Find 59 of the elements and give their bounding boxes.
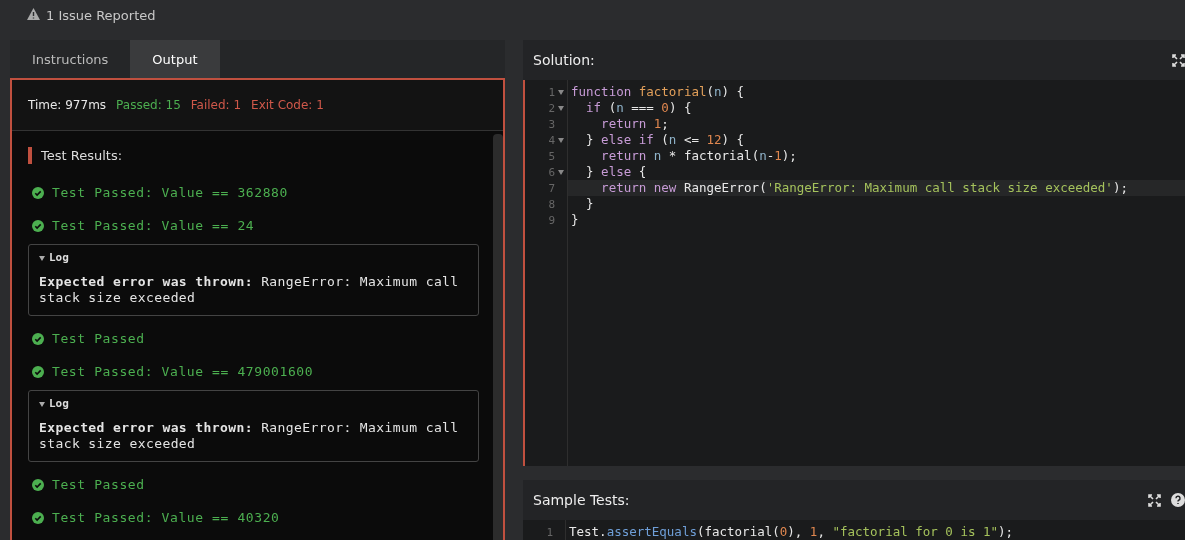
log-toggle[interactable]: Log: [39, 397, 69, 410]
test-result-text: Test Passed: [52, 331, 145, 346]
fold-arrow-icon[interactable]: [558, 137, 564, 143]
code-line: } else {: [585, 164, 648, 180]
status-text: Failed: 1: [190, 98, 242, 112]
line-number: 1: [545, 524, 554, 540]
caret-icon: [39, 254, 45, 261]
fold-arrow-icon[interactable]: [558, 89, 564, 95]
scrollbar[interactable]: [493, 134, 503, 540]
tab[interactable]: Instructions: [10, 40, 131, 78]
fold-arrow-icon[interactable]: [558, 169, 564, 175]
line-number: 5: [547, 148, 556, 164]
line-number: 3: [547, 116, 556, 132]
warning-icon: [27, 8, 40, 20]
status-text: Passed: 15: [116, 98, 181, 112]
check-circle-icon: [32, 219, 44, 232]
line-number: 9: [547, 212, 556, 228]
check-circle-icon: [32, 365, 44, 378]
issue-count-text[interactable]: 1 Issue Reported: [46, 8, 156, 23]
fullscreen-icon[interactable]: [1148, 493, 1161, 507]
panel-title: Sample Tests:: [533, 492, 630, 508]
test-result-text: Test Passed: Value == 479001600: [52, 364, 314, 379]
log-toggle[interactable]: Log: [39, 251, 69, 264]
line-number: 7: [547, 180, 556, 196]
check-circle-icon: [32, 511, 44, 524]
status-text: Time: 977ms: [28, 98, 107, 112]
code-line: return n * factorial(n-1);: [600, 148, 798, 164]
code-line: Test.assertEquals(factorial(0), 1, "factorial for 0 is 1");: [568, 524, 1015, 540]
code-editor[interactable]: 1 2 3 4 5 6 7 8 9 function factorial(n) { if (n === 0) { return 1; } else if (n <= 12) { return n * factorial(n-1); } else { return new RangeError('RangeError: Maximum call stack size exceeded'); } }: [523, 80, 1185, 466]
line-number: 6: [525, 164, 567, 180]
panel-title: Solution:: [533, 52, 595, 68]
fullscreen-icon[interactable]: [1172, 53, 1185, 67]
line-number: 8: [547, 196, 556, 212]
code-line: } else if (n <= 12) {: [585, 132, 746, 148]
code-line: function factorial(n) {: [570, 84, 746, 100]
title-marker: [28, 147, 32, 164]
test-result-text: Test Passed: Value == 362880: [52, 185, 288, 200]
check-circle-icon: [32, 478, 44, 491]
line-number: 4: [525, 132, 567, 148]
code-line: }: [585, 196, 595, 212]
caret-icon: [39, 400, 45, 407]
check-circle-icon: [32, 186, 44, 199]
results-title: Test Results:: [41, 148, 123, 163]
log-message: Expected error was thrown: RangeError: Maximum call stack size exceeded: [39, 420, 460, 452]
help-icon[interactable]: [1171, 493, 1185, 507]
code-line: return 1;: [600, 116, 670, 132]
line-number: 2: [525, 100, 567, 116]
test-result-text: Test Passed: Value == 24: [52, 218, 255, 233]
code-editor[interactable]: 1 Test.assertEquals(factorial(0), 1, "factorial for 0 is 1");: [523, 520, 1185, 540]
code-line: if (n === 0) {: [585, 100, 693, 116]
status-text: Exit Code: 1: [251, 98, 324, 112]
check-circle-icon: [32, 332, 44, 345]
line-number: 1: [525, 84, 567, 100]
test-result-text: Test Passed: [52, 477, 145, 492]
log-message: Expected error was thrown: RangeError: Maximum call stack size exceeded: [39, 274, 460, 306]
test-result-text: Test Passed: Value == 40320: [52, 510, 280, 525]
fold-arrow-icon[interactable]: [558, 105, 564, 111]
code-line: }: [570, 212, 580, 228]
tab[interactable]: Output: [130, 40, 220, 78]
